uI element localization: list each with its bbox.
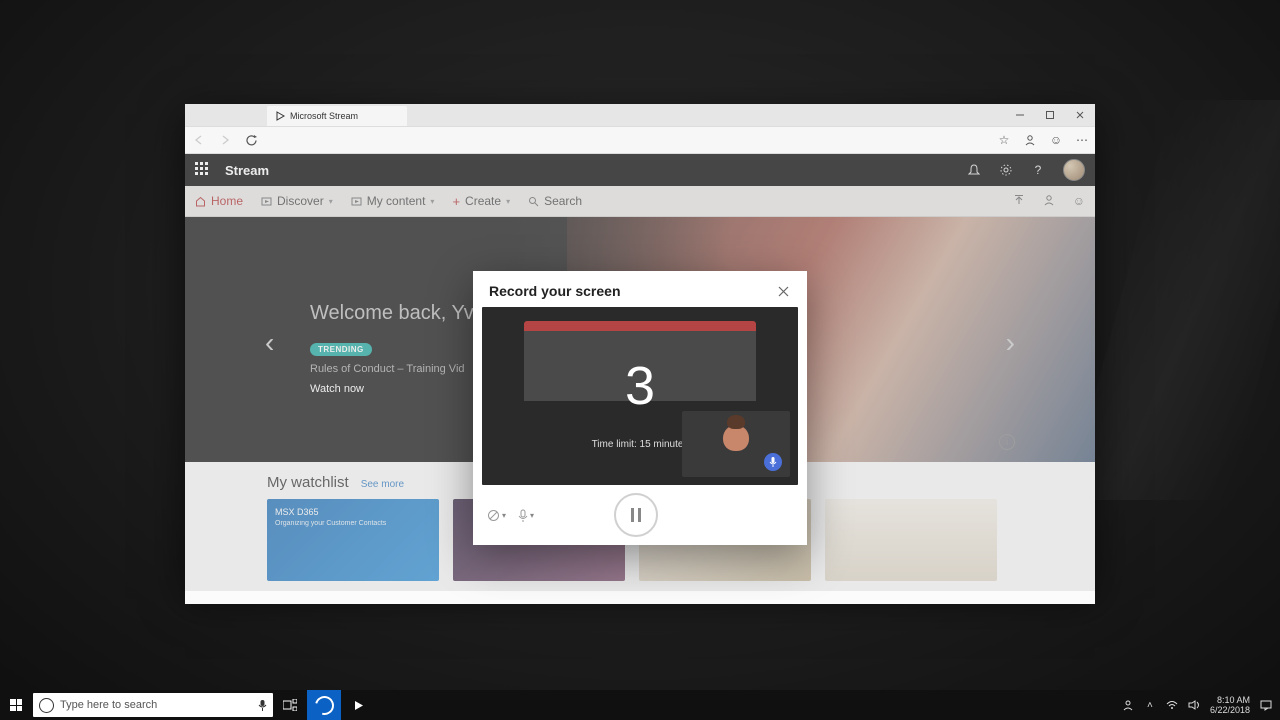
chevron-down-icon: ▾ — [530, 511, 534, 520]
address-bar: ☆ ☺ ⋯ — [185, 126, 1095, 154]
taskbar-search[interactable]: Type here to search — [33, 693, 273, 717]
maximize-button[interactable] — [1035, 104, 1065, 126]
action-center-icon[interactable] — [1260, 699, 1272, 711]
camera-off-icon — [487, 509, 500, 522]
cortana-icon — [39, 698, 54, 713]
browser-window: Microsoft Stream ☆ ☺ ⋯ — [185, 104, 1095, 589]
countdown-number: 3 — [482, 355, 798, 417]
dialog-footer: ▾ ▾ — [473, 485, 807, 545]
mic-indicator-icon — [764, 453, 782, 471]
desktop: Microsoft Stream ☆ ☺ ⋯ — [0, 0, 1280, 720]
forward-button[interactable] — [217, 132, 233, 148]
window-controls — [1005, 104, 1095, 126]
browser-tab[interactable]: Microsoft Stream — [267, 106, 407, 126]
clock-date: 6/22/2018 — [1210, 705, 1250, 715]
tab-title: Microsoft Stream — [290, 111, 358, 121]
url-input[interactable] — [269, 131, 987, 149]
search-placeholder: Type here to search — [60, 699, 157, 711]
camera-toggle[interactable]: ▾ — [487, 509, 506, 522]
stream-app-button[interactable] — [341, 690, 375, 720]
microphone-icon — [518, 509, 528, 522]
webcam-preview — [682, 411, 790, 477]
chevron-down-icon: ▾ — [502, 511, 506, 520]
windows-icon — [10, 699, 22, 711]
mic-toggle[interactable]: ▾ — [518, 509, 534, 522]
stream-icon — [275, 111, 285, 121]
taskbar: Type here to search ˄ 8:10 AM 6/22/2018 — [0, 690, 1280, 720]
edge-icon — [311, 692, 337, 718]
dialog-close-button[interactable] — [775, 283, 791, 299]
start-button[interactable] — [0, 690, 32, 720]
taskbar-clock[interactable]: 8:10 AM 6/22/2018 — [1210, 695, 1250, 716]
recording-preview: 3 Time limit: 15 minutes — [482, 307, 798, 485]
edge-app-button[interactable] — [307, 690, 341, 720]
refresh-button[interactable] — [243, 132, 259, 148]
feedback-icon[interactable]: ☺ — [1049, 133, 1063, 147]
task-view-button[interactable] — [273, 690, 307, 720]
pause-record-button[interactable] — [614, 493, 658, 537]
light-ray — [1066, 100, 1280, 500]
clock-time: 8:10 AM — [1210, 695, 1250, 705]
avatar-illustration — [723, 425, 749, 451]
system-tray: ˄ 8:10 AM 6/22/2018 — [1122, 695, 1280, 716]
more-icon[interactable]: ⋯ — [1075, 133, 1089, 147]
minimize-button[interactable] — [1005, 104, 1035, 126]
wifi-icon[interactable] — [1166, 699, 1178, 711]
favorite-icon[interactable]: ☆ — [997, 133, 1011, 147]
microphone-icon[interactable] — [258, 699, 267, 711]
record-screen-dialog: Record your screen 3 Time limit: 15 minu… — [473, 271, 807, 545]
page-content: Stream ? Home Discover▾ — [185, 154, 1095, 591]
tab-strip: Microsoft Stream — [185, 104, 1095, 126]
people-icon[interactable] — [1122, 699, 1134, 711]
close-button[interactable] — [1065, 104, 1095, 126]
close-icon — [778, 286, 789, 297]
profile-icon[interactable] — [1023, 133, 1037, 147]
tray-chevron-icon[interactable]: ˄ — [1144, 699, 1156, 711]
volume-icon[interactable] — [1188, 699, 1200, 711]
back-button[interactable] — [191, 132, 207, 148]
dialog-title: Record your screen — [489, 283, 621, 299]
pause-icon — [631, 508, 641, 522]
